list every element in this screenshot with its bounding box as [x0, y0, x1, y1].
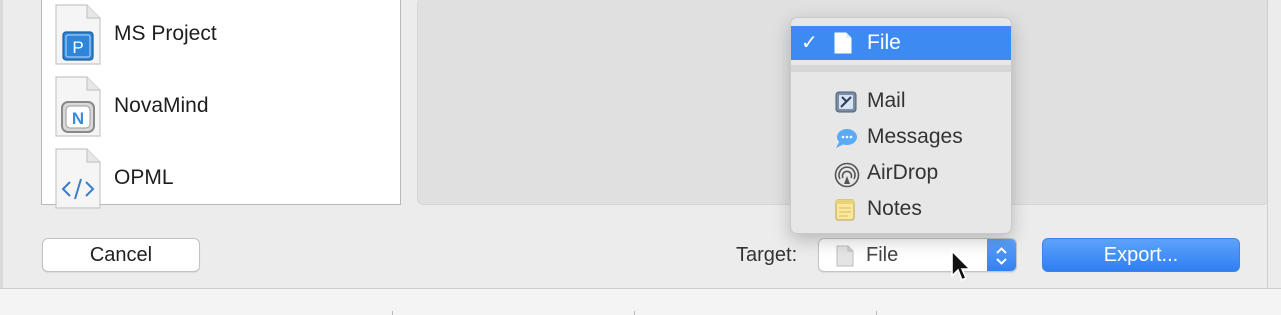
format-list: P MS Project N NovaMind OPML [41, 0, 401, 209]
document-icon [836, 245, 854, 267]
format-item-opml[interactable]: OPML [42, 144, 400, 216]
mouse-cursor-icon [951, 250, 972, 282]
menu-item-messages[interactable]: Messages [791, 120, 1011, 154]
notes-icon [835, 199, 855, 221]
svg-text:N: N [72, 109, 84, 128]
target-menu: ✓ File Mail Messages AirDrop Notes [790, 17, 1012, 234]
menu-item-notes[interactable]: Notes [791, 192, 1011, 226]
messages-icon [836, 129, 857, 148]
window-edge-right [1267, 0, 1281, 288]
divider [876, 311, 877, 315]
airdrop-icon [834, 162, 860, 188]
up-down-chevron-icon [996, 247, 1007, 265]
format-item-ms-project[interactable]: P MS Project [42, 0, 400, 72]
target-popup-button[interactable]: File [818, 238, 1017, 272]
format-item-novamind[interactable]: N NovaMind [42, 72, 400, 144]
target-popup-value: File [866, 244, 899, 266]
divider [392, 311, 393, 315]
menu-item-label: Notes [867, 197, 922, 220]
mail-icon [835, 91, 857, 113]
format-label: MS Project [114, 22, 217, 45]
bottom-strip [0, 288, 1281, 315]
document-icon [834, 32, 852, 54]
menu-item-label: Messages [867, 125, 963, 148]
format-label: NovaMind [114, 94, 209, 117]
checkmark-icon: ✓ [801, 32, 818, 54]
opml-file-icon [55, 148, 101, 209]
menu-item-mail[interactable]: Mail [791, 84, 1011, 118]
export-sheet: P MS Project N NovaMind OPML Cancel Targ… [0, 0, 1281, 288]
menu-separator [791, 65, 1011, 72]
divider [634, 311, 635, 315]
menu-item-label: Mail [867, 89, 906, 112]
format-label: OPML [114, 166, 174, 189]
menu-item-label: AirDrop [867, 161, 939, 184]
export-button[interactable]: Export... [1042, 238, 1240, 272]
menu-item-label: File [867, 31, 901, 54]
novamind-file-icon: N [55, 76, 101, 137]
target-label: Target: [736, 244, 798, 266]
ms-project-file-icon: P [55, 4, 101, 65]
menu-item-airdrop[interactable]: AirDrop [791, 156, 1011, 190]
svg-text:P: P [72, 38, 83, 57]
window-edge [0, 0, 3, 288]
popup-stepper[interactable] [987, 239, 1016, 271]
cancel-button[interactable]: Cancel [42, 238, 200, 272]
menu-item-file[interactable]: ✓ File [791, 26, 1011, 60]
